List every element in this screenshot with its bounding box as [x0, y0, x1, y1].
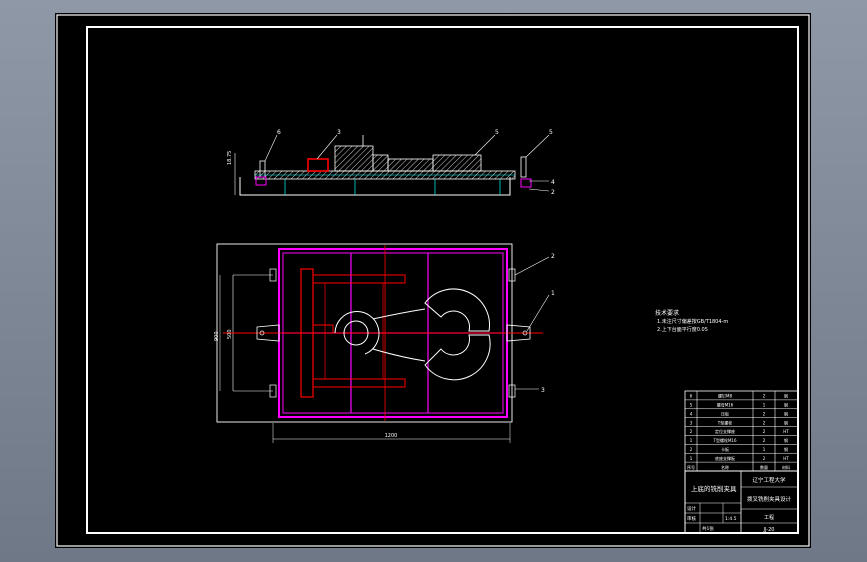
balloon-6: 6: [277, 129, 281, 136]
bom-cell: 压板: [721, 410, 729, 416]
bom-cell: 螺钉M8: [718, 393, 732, 399]
bom-header-cell: 材料: [782, 464, 790, 470]
designer-label: 设计: [687, 505, 696, 512]
bom-cell: 钢: [784, 446, 788, 452]
notes-line-1: 1.未注尺寸偏差按GB/T1804-m: [657, 318, 728, 325]
dim-plan-width: 1200: [385, 433, 398, 439]
notes-line-2: 2.上下台面平行度0.05: [657, 326, 708, 333]
bom-cell: 1: [763, 447, 766, 452]
drawing-number: JJ-20: [763, 527, 775, 533]
dim-top-height: 18.75: [227, 151, 233, 165]
bom-table: 6 螺钉M8 2 钢 5 螺母M16 1 钢 4 压板 2 钢 3 T型螺栓 2 钢 2 定位支撑座 2 HT 1 T型螺…: [684, 390, 799, 472]
bom-cell: 螺母M16: [717, 402, 734, 408]
scale-value: 1:4.5: [725, 516, 737, 522]
bom-cell: 2: [763, 411, 766, 416]
school-name: 辽宁工程大学: [752, 476, 786, 484]
bom-cell: T型螺栓M16: [713, 437, 737, 443]
balloon-plan-3: 3: [541, 387, 545, 394]
dim-plan-offset: 500: [227, 329, 233, 339]
bom-cell: 定位支撑座: [715, 428, 735, 434]
bom-header-cell: 数量: [760, 464, 768, 470]
balloon-5a: 5: [495, 129, 499, 136]
section-view: [234, 134, 550, 196]
bom-cell: 5: [690, 403, 693, 408]
cad-drawing: 6 3 5 5 4 2 18.75 2 1 3 1200 900 500 技术要…: [56, 14, 810, 547]
notes-title: 技术要求: [655, 309, 679, 317]
bom-cell: 2: [690, 447, 693, 452]
bom-cell: T型螺栓: [717, 419, 732, 425]
part-name: 拨叉铣削夹具设计: [747, 495, 792, 503]
balloon-4: 4: [551, 179, 555, 186]
bom-header-cell: 名称: [721, 464, 729, 470]
bom-cell: 4: [690, 411, 693, 416]
balloon-5b: 5: [549, 129, 553, 136]
checker-label: 审核: [687, 515, 696, 522]
outer-frame: [56, 14, 810, 547]
bom-cell: 钢: [784, 393, 788, 399]
bom-cell: 2: [763, 394, 766, 399]
bom-cell: 1: [763, 403, 766, 408]
bom-cell: 钢: [784, 410, 788, 416]
sheet-label: 共1张: [702, 525, 714, 532]
bom-header-cell: 序号: [687, 464, 695, 470]
bom-cell: 2: [690, 429, 693, 434]
balloon-2: 2: [551, 189, 555, 196]
sub-caption: 工程: [764, 514, 774, 521]
bom-cell: 卡板: [721, 446, 729, 452]
bom-cell: 1: [690, 438, 693, 443]
drawing-canvas[interactable]: 6 3 5 5 4 2 18.75 2 1 3 1200 900 500 技术要…: [55, 13, 811, 548]
balloon-plan-2: 2: [551, 253, 555, 260]
bom-cell: 2: [763, 456, 766, 461]
dim-plan-height: 900: [214, 331, 220, 341]
bom-cell: 1: [690, 456, 693, 461]
bom-cell: HT: [783, 456, 789, 461]
bom-cell: 2: [763, 438, 766, 443]
bom-cell: 2: [763, 429, 766, 434]
balloon-3: 3: [337, 129, 341, 136]
bom-cell: 2: [763, 420, 766, 425]
bom-cell: 钢: [784, 419, 788, 425]
bom-cell: 钢: [784, 402, 788, 408]
bom-cell: 3: [690, 420, 693, 425]
bom-cell: HT: [783, 429, 789, 434]
bom-cell: 底座支撑板: [715, 455, 735, 461]
drawing-name: 上底的铣削夹具: [691, 484, 737, 493]
bom-cell: 钢: [784, 437, 788, 443]
bom-cell: 6: [690, 394, 693, 399]
balloon-plan-1: 1: [551, 290, 555, 297]
plan-view: [216, 243, 550, 443]
